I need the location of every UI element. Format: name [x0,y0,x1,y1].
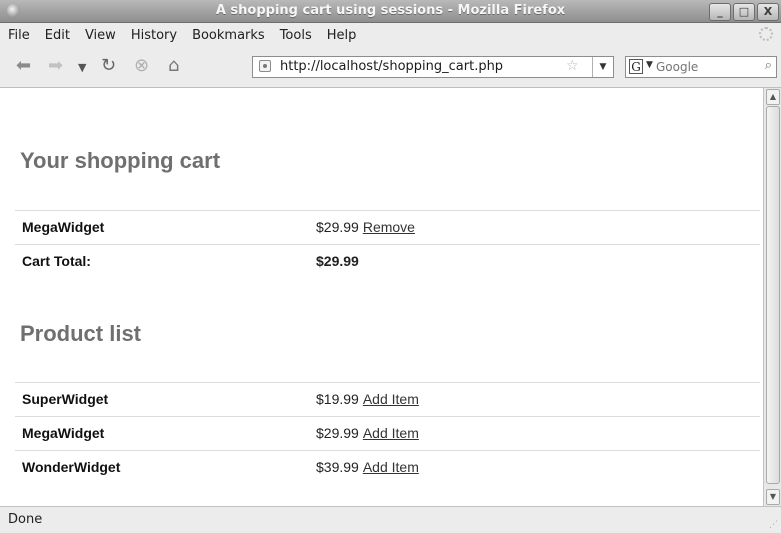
vertical-scrollbar[interactable]: ▲ ▼ [763,88,781,506]
home-icon[interactable]: ⌂ [168,55,179,77]
menu-view[interactable]: View [78,28,124,43]
site-identity-icon[interactable] [259,60,271,72]
status-bar: Done ⋰ [0,506,781,533]
product-name: MegaWidget [22,425,105,441]
stop-icon[interactable]: ⊗ [134,55,149,77]
page-content: Your shopping cart MegaWidget $29.99 Remo… [0,88,763,506]
history-dropdown-icon[interactable]: ▼ [78,57,86,79]
cart-row: MegaWidget $29.99 Remove [15,210,760,244]
navigation-toolbar: ⬅ ➡ ▼ ↻ ⊗ ⌂ http://localhost/shopping_ca… [0,47,781,88]
product-row: MegaWidget $29.99 Add Item [15,416,760,450]
menu-bar: File Edit View History Bookmarks Tools H… [0,23,781,47]
product-price: $29.99 [316,425,359,441]
product-row: SuperWidget $19.99 Add Item [15,382,760,416]
product-price: $39.99 [316,459,359,475]
product-list-heading: Product list [20,321,142,346]
menu-tools[interactable]: Tools [273,28,320,43]
url-bar[interactable]: http://localhost/shopping_cart.php ☆ ▼ [252,56,614,78]
back-arrow-icon[interactable]: ⬅ [16,55,31,77]
add-item-link[interactable]: Add Item [363,391,419,407]
search-engine-dropdown-icon[interactable]: ▼ [646,60,653,70]
product-price-cell: $29.99 Add Item [316,425,419,441]
product-price-cell: $39.99 Add Item [316,459,419,475]
product-name: WonderWidget [22,459,121,475]
magnifier-icon[interactable]: ⌕ [765,58,772,73]
cart-heading: Your shopping cart [20,148,221,173]
search-bar[interactable]: G ▼ ⌕ [625,56,777,78]
row-divider [15,450,760,451]
browser-window: A shopping cart using sessions - Mozilla… [0,0,781,533]
close-button[interactable]: X [757,3,779,21]
status-text: Done [8,512,43,527]
menu-bookmarks[interactable]: Bookmarks [185,28,273,43]
menu-file[interactable]: File [0,28,38,43]
reload-icon[interactable]: ↻ [101,55,116,77]
search-engine-icon[interactable]: G [629,59,643,74]
scroll-up-icon[interactable]: ▲ [766,89,780,105]
row-divider [15,244,760,245]
cart-item-price: $29.99 [316,219,359,235]
scroll-down-icon[interactable]: ▼ [766,489,780,505]
star-icon[interactable]: ☆ [566,58,579,74]
cart-total-row: Cart Total: $29.99 [15,244,760,278]
product-name: SuperWidget [22,391,109,407]
title-bar: A shopping cart using sessions - Mozilla… [0,0,781,23]
url-text[interactable]: http://localhost/shopping_cart.php [280,59,503,74]
cart-total-value: $29.99 [316,253,359,269]
product-price: $19.99 [316,391,359,407]
row-divider [15,210,760,211]
forward-arrow-icon[interactable]: ➡ [48,55,63,77]
throbber-icon [759,27,773,41]
window-controls: _ □ X [709,3,779,21]
search-input[interactable] [656,58,752,76]
remove-link[interactable]: Remove [363,219,415,235]
menu-history[interactable]: History [124,28,185,43]
cart-item-name: MegaWidget [22,219,105,235]
url-dropdown-icon[interactable]: ▼ [592,57,613,77]
cart-item-price-cell: $29.99 Remove [316,219,415,235]
add-item-link[interactable]: Add Item [363,425,419,441]
menu-help[interactable]: Help [320,28,365,43]
scrollbar-thumb[interactable] [766,106,780,484]
resize-grip-icon[interactable]: ⋰ [769,520,778,530]
row-divider [15,382,760,383]
add-item-link[interactable]: Add Item [363,459,419,475]
maximize-button[interactable]: □ [733,3,755,21]
window-title: A shopping cart using sessions - Mozilla… [215,3,566,18]
product-row: WonderWidget $39.99 Add Item [15,450,760,484]
window-menu-icon[interactable] [7,4,20,17]
product-price-cell: $19.99 Add Item [316,391,419,407]
minimize-button[interactable]: _ [709,3,731,21]
cart-total-label: Cart Total: [22,253,91,269]
row-divider [15,416,760,417]
menu-edit[interactable]: Edit [38,28,78,43]
